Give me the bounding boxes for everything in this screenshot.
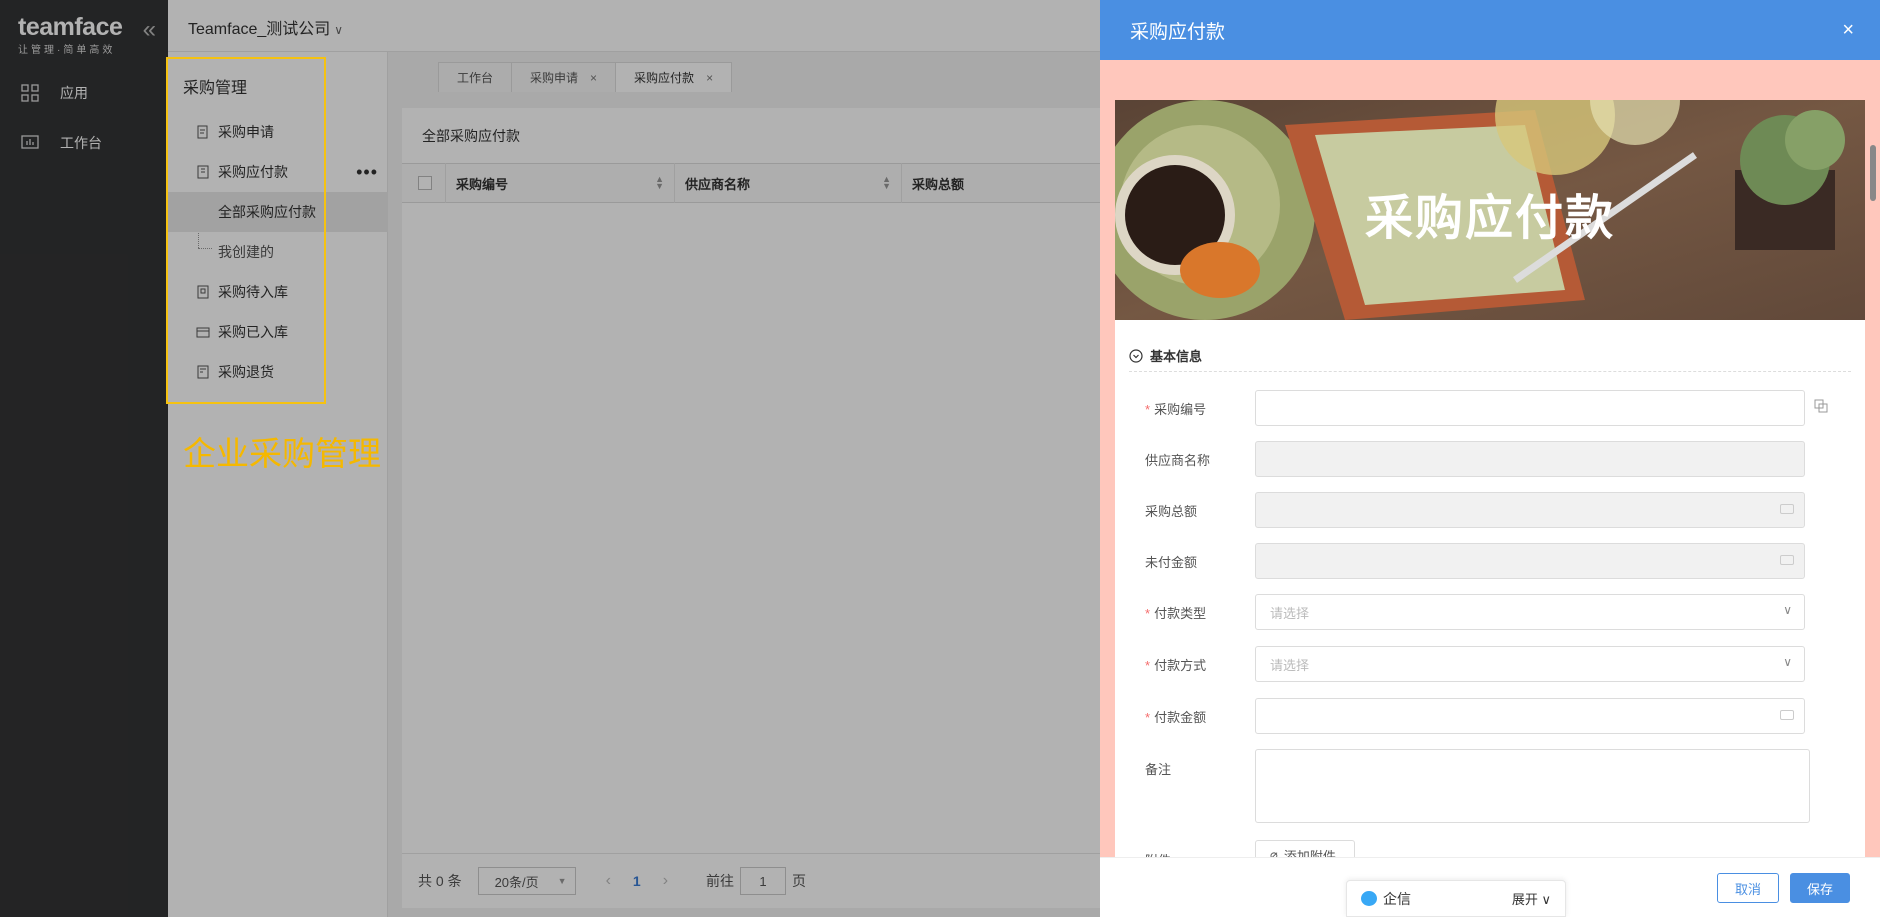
field-label: 供应商名称: [1145, 452, 1211, 468]
chevron-down-icon: ∨: [1783, 603, 1792, 617]
form-row-supplier: 供应商名称: [1115, 441, 1865, 477]
form-row-payment-type: * 付款类型 请选择 ∨: [1115, 594, 1865, 630]
chevron-down-icon: ∨: [1783, 655, 1792, 669]
add-attachment-button[interactable]: ⌀ 添加附件: [1255, 840, 1355, 857]
supplier-name-input: [1255, 441, 1805, 477]
total-amount-input: [1255, 492, 1805, 528]
payment-type-select[interactable]: 请选择 ∨: [1255, 594, 1805, 630]
form-row-payment-amount: * 付款金额: [1115, 698, 1865, 734]
copy-icon[interactable]: [1813, 398, 1829, 414]
paperclip-icon: ⌀: [1270, 847, 1278, 857]
field-label-text: 付款方式: [1154, 657, 1207, 673]
required-mark: *: [1145, 605, 1151, 621]
im-label: 企信: [1383, 890, 1411, 907]
field-label-text: 付款金额: [1154, 709, 1207, 725]
drawer-header: 采购应付款 ×: [1100, 0, 1880, 60]
required-mark: *: [1145, 401, 1151, 417]
form-drawer: 采购应付款 × 采购应付款 基本信息 * 采购编号 供应商名称 采购总额 未付金…: [1100, 0, 1880, 917]
drawer-title: 采购应付款: [1130, 21, 1226, 43]
field-label-text: 付款类型: [1154, 605, 1207, 621]
expand-label: 展开: [1511, 892, 1538, 907]
section-title: 基本信息: [1150, 349, 1203, 364]
form-row-remark: 备注: [1115, 749, 1865, 823]
payment-amount-input[interactable]: [1255, 698, 1805, 734]
form-row-purchase-no: * 采购编号: [1115, 390, 1865, 426]
chevron-circle-icon: [1129, 348, 1143, 363]
field-label: * 付款类型: [1145, 603, 1206, 622]
form-banner: 采购应付款: [1115, 100, 1865, 320]
purchase-no-input[interactable]: [1255, 390, 1805, 426]
chat-icon: [1361, 891, 1377, 906]
field-label: 附件: [1145, 850, 1171, 857]
form-card: 采购应付款 基本信息 * 采购编号 供应商名称 采购总额 未付金额 * 付款类型…: [1115, 100, 1865, 857]
field-label: * 付款方式: [1145, 655, 1206, 674]
field-label: 备注: [1145, 762, 1172, 777]
calculator-icon: [1780, 504, 1794, 514]
unpaid-amount-input: [1255, 543, 1805, 579]
annotation-caption: 企业采购管理: [183, 435, 381, 472]
form-row-payment-method: * 付款方式 请选择 ∨: [1115, 646, 1865, 682]
cancel-button[interactable]: 取消: [1717, 873, 1779, 903]
select-placeholder: 请选择: [1270, 605, 1310, 621]
remark-textarea[interactable]: [1255, 749, 1810, 823]
form-row-total: 采购总额: [1115, 492, 1865, 528]
expand-button[interactable]: 展开 ∨: [1512, 889, 1551, 908]
calculator-icon: [1780, 555, 1794, 565]
calculator-icon: [1780, 710, 1794, 720]
save-button[interactable]: 保存: [1790, 873, 1850, 903]
required-mark: *: [1145, 709, 1151, 725]
form-row-attachment: 附件 ⌀ 添加附件: [1115, 840, 1865, 857]
attach-label: 添加附件: [1283, 848, 1336, 858]
field-label: 未付金额: [1145, 554, 1198, 570]
select-placeholder: 请选择: [1270, 657, 1310, 673]
payment-method-select[interactable]: 请选择 ∨: [1255, 646, 1805, 682]
scrollbar[interactable]: [1870, 145, 1876, 201]
annotation-box: [166, 57, 326, 404]
close-icon[interactable]: ×: [1842, 19, 1854, 42]
section-header[interactable]: 基本信息: [1129, 340, 1851, 372]
banner-title: 采购应付款: [1364, 192, 1615, 245]
required-mark: *: [1145, 657, 1151, 673]
field-label: * 采购编号: [1145, 399, 1206, 418]
form-row-unpaid: 未付金额: [1115, 543, 1865, 579]
drawer-body[interactable]: 采购应付款 基本信息 * 采购编号 供应商名称 采购总额 未付金额 * 付款类型…: [1100, 60, 1880, 857]
field-label-text: 采购编号: [1154, 401, 1207, 417]
field-label: * 付款金额: [1145, 707, 1206, 726]
im-widget[interactable]: 企信 展开 ∨: [1346, 880, 1566, 917]
field-label: 采购总额: [1145, 503, 1198, 519]
